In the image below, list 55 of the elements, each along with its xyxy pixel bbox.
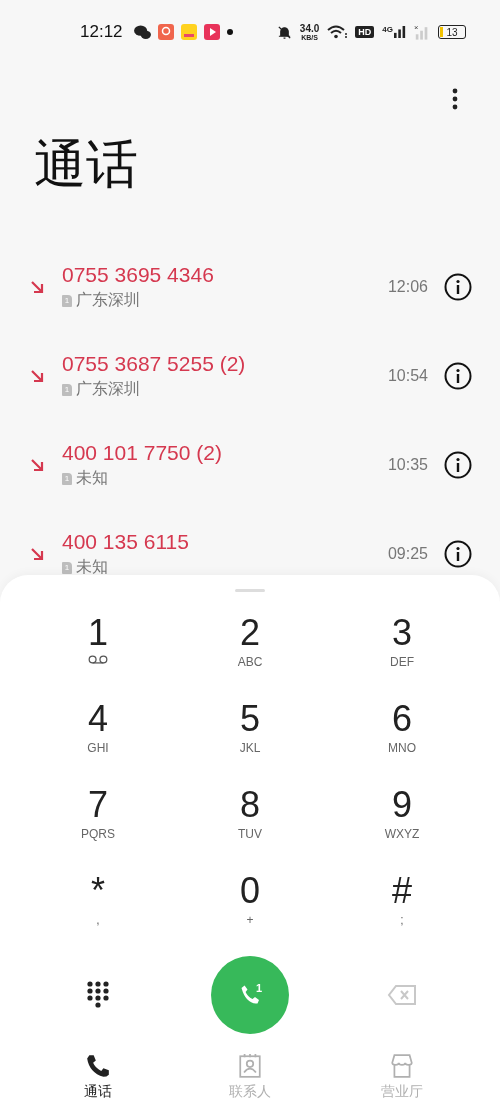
- call-location: 未知: [76, 468, 108, 488]
- phone-number: 400 101 7750 (2): [62, 440, 223, 466]
- dial-key[interactable]: 3 DEF: [352, 614, 452, 680]
- keypad-icon[interactable]: [86, 980, 110, 1010]
- phone-icon: [85, 1053, 111, 1079]
- store-icon: [389, 1053, 415, 1079]
- dial-key[interactable]: 8 TUV: [200, 786, 300, 852]
- clock: 12:12: [80, 22, 123, 42]
- wifi-icon: [327, 25, 348, 39]
- call-time: 10:35: [387, 455, 428, 474]
- missed-call-arrow-icon: [30, 457, 44, 472]
- dial-key[interactable]: 5 JKL: [200, 700, 300, 766]
- dial-key[interactable]: 4 GHI: [48, 700, 148, 766]
- voicemail-icon: [88, 655, 108, 664]
- missed-call-arrow-icon: [30, 368, 44, 383]
- dial-key[interactable]: 0 +: [200, 872, 300, 938]
- dial-key[interactable]: 6 MNO: [352, 700, 452, 766]
- call-location: 未知: [76, 557, 108, 577]
- info-icon[interactable]: [444, 361, 472, 390]
- app-icon: [157, 24, 174, 40]
- dot-icon: [226, 29, 233, 35]
- contact-card-icon: [237, 1053, 263, 1079]
- dial-key[interactable]: 1: [48, 614, 148, 680]
- chat-app-icon: [133, 24, 151, 40]
- phone-number: 0755 3687 5255 (2): [62, 351, 247, 377]
- call-time: 12:06: [387, 277, 428, 296]
- network-type: 4G: [382, 25, 393, 34]
- signal-icon: [394, 25, 406, 39]
- dial-key[interactable]: 2 ABC: [200, 614, 300, 680]
- dial-key[interactable]: 9 WXYZ: [352, 786, 452, 852]
- info-icon[interactable]: [444, 272, 472, 301]
- bell-muted-icon: [276, 24, 292, 40]
- info-icon[interactable]: [444, 450, 472, 479]
- drag-handle[interactable]: [235, 589, 265, 592]
- play-app-icon: [203, 24, 220, 40]
- dial-key[interactable]: 7 PQRS: [48, 786, 148, 852]
- battery-level: 13: [446, 26, 458, 38]
- call-location: 广东深圳: [76, 379, 140, 399]
- more-icon[interactable]: [452, 88, 458, 110]
- call-time: 10:54: [387, 366, 428, 385]
- tab[interactable]: 通话: [78, 1052, 118, 1102]
- hd-badge: HD: [355, 26, 375, 38]
- missed-call-arrow-icon: [30, 546, 44, 561]
- call-location: 广东深圳: [76, 290, 140, 310]
- dial-key[interactable]: * ,: [48, 872, 148, 938]
- phone-number: 400 135 6115: [62, 529, 190, 555]
- phone-number: 0755 3695 4346: [62, 262, 215, 288]
- speed-value: 34.0: [299, 23, 320, 34]
- call-time: 09:25: [387, 544, 428, 563]
- dial-key[interactable]: # ;: [352, 872, 452, 938]
- page-title: 通话: [34, 134, 139, 194]
- missed-call-arrow-icon: [30, 279, 44, 294]
- info-icon[interactable]: [444, 539, 472, 568]
- app-icon: [180, 24, 197, 40]
- signal-weak-icon: [414, 24, 430, 40]
